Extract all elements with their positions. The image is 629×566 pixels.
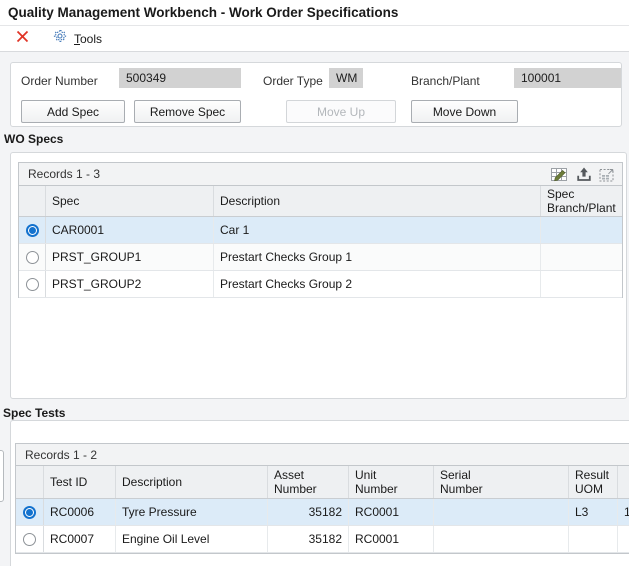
description-cell: Prestart Checks Group 1 xyxy=(214,244,541,270)
radio-dot xyxy=(29,281,36,288)
spec-tests-record-count: Records 1 - 2 xyxy=(16,448,629,462)
asset-number-column-header: Asset Number xyxy=(268,466,349,498)
radio-dot xyxy=(26,509,33,516)
table-row[interactable]: CAR0001 Car 1 xyxy=(19,217,622,244)
wo-specs-records-bar: Records 1 - 3 xyxy=(19,163,622,186)
unit-number-cell: RC0001 xyxy=(349,526,434,552)
asset-number-cell: 35182 xyxy=(268,526,349,552)
table-row[interactable]: RC0007 Engine Oil Level 35182 RC0001 xyxy=(16,526,629,553)
row-select-radio[interactable] xyxy=(19,271,46,297)
test-id-column-header: Test ID xyxy=(44,466,116,498)
wo-specs-section-title: WO Specs xyxy=(4,132,63,146)
description-cell: Prestart Checks Group 2 xyxy=(214,271,541,297)
wo-specs-header-row: Spec Description Spec Branch/Plant xyxy=(19,186,622,217)
row-select-radio[interactable] xyxy=(16,526,44,552)
export-grid-icon[interactable] xyxy=(577,167,591,182)
result-uom-cell: L3 xyxy=(569,499,618,525)
order-header-panel: Order Number 500349 Order Type WM Branch… xyxy=(10,62,622,127)
test-id-cell: RC0007 xyxy=(44,526,116,552)
serial-number-column-header: Serial Number xyxy=(434,466,569,498)
wo-specs-record-count: Records 1 - 3 xyxy=(19,167,551,181)
radio-dot xyxy=(29,254,36,261)
row-select-radio[interactable] xyxy=(19,244,46,270)
radio-dot xyxy=(26,536,33,543)
row-select-radio[interactable] xyxy=(16,499,44,525)
row-select-radio[interactable] xyxy=(19,217,46,243)
unit-number-cell: RC0001 xyxy=(349,499,434,525)
wo-specs-grid-tools xyxy=(551,167,622,182)
description-cell: Tyre Pressure xyxy=(116,499,268,525)
branch-plant-label: Branch/Plant xyxy=(411,74,480,88)
serial-number-cell xyxy=(434,526,569,552)
spec-tests-header-row: Test ID Description Asset Number Unit Nu… xyxy=(16,466,629,499)
close-icon xyxy=(15,29,30,49)
order-type-label: Order Type xyxy=(263,74,323,88)
table-row[interactable]: RC0006 Tyre Pressure 35182 RC0001 L3 1 xyxy=(16,499,629,526)
spec-tests-grid: Records 1 - 2 Test ID Description Asset … xyxy=(15,443,629,554)
toolbar: Tools xyxy=(0,26,629,52)
tools-label: Tools xyxy=(74,32,102,46)
wo-specs-select-column-header xyxy=(19,186,46,216)
tools-menu[interactable]: Tools xyxy=(52,28,102,49)
overflow-column-header xyxy=(618,466,629,498)
unit-number-column-header: Unit Number xyxy=(349,466,434,498)
remove-spec-button[interactable]: Remove Spec xyxy=(134,100,241,123)
wo-specs-grid: Records 1 - 3 xyxy=(18,162,623,298)
close-button[interactable] xyxy=(15,29,30,49)
left-edge-scroll-handle[interactable] xyxy=(0,450,4,502)
spec-cell: PRST_GROUP2 xyxy=(46,271,214,297)
radio-dot xyxy=(29,227,36,234)
description-column-header: Description xyxy=(116,466,268,498)
wo-specs-spec-column-header: Spec xyxy=(46,186,214,216)
overflow-cell: 1 xyxy=(618,499,629,525)
gear-icon xyxy=(52,28,68,49)
page-title: Quality Management Workbench - Work Orde… xyxy=(0,0,629,26)
add-spec-button[interactable]: Add Spec xyxy=(21,100,125,123)
description-cell: Engine Oil Level xyxy=(116,526,268,552)
description-cell: Car 1 xyxy=(214,217,541,243)
spec-branch-plant-cell xyxy=(541,244,622,270)
asset-number-cell: 35182 xyxy=(268,499,349,525)
wo-specs-description-column-header: Description xyxy=(214,186,541,216)
spec-tests-records-bar: Records 1 - 2 xyxy=(16,444,629,466)
spec-cell: CAR0001 xyxy=(46,217,214,243)
spec-tests-select-column-header xyxy=(16,466,44,498)
serial-number-cell xyxy=(434,499,569,525)
order-type-field[interactable]: WM xyxy=(329,68,363,88)
branch-plant-field[interactable]: 100001 xyxy=(514,68,621,88)
result-uom-column-header: Result UOM xyxy=(569,466,618,498)
expand-grid-icon[interactable] xyxy=(599,167,615,182)
test-id-cell: RC0006 xyxy=(44,499,116,525)
result-uom-cell xyxy=(569,526,618,552)
spec-branch-plant-cell xyxy=(541,217,622,243)
move-down-button[interactable]: Move Down xyxy=(411,100,518,123)
spec-branch-plant-cell xyxy=(541,271,622,297)
spec-cell: PRST_GROUP1 xyxy=(46,244,214,270)
order-number-label: Order Number xyxy=(21,74,98,88)
wo-specs-spec-branch-plant-column-header: Spec Branch/Plant xyxy=(541,186,622,216)
customize-grid-icon[interactable] xyxy=(551,167,569,182)
table-row[interactable]: PRST_GROUP1 Prestart Checks Group 1 xyxy=(19,244,622,271)
order-number-field[interactable]: 500349 xyxy=(119,68,241,88)
table-row[interactable]: PRST_GROUP2 Prestart Checks Group 2 xyxy=(19,271,622,298)
move-up-button[interactable]: Move Up xyxy=(286,100,396,123)
spec-tests-section-title: Spec Tests xyxy=(3,406,65,420)
window-titlebar: Quality Management Workbench - Work Orde… xyxy=(0,0,629,26)
overflow-cell xyxy=(618,526,629,552)
